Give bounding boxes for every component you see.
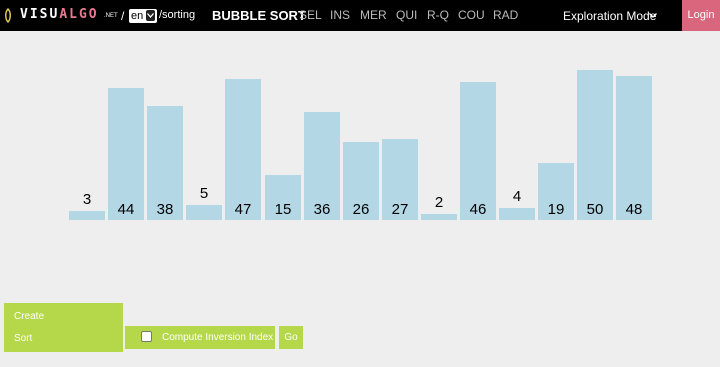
array-value-label: 26 [352,201,370,218]
nav-item-cou[interactable]: COU [458,8,485,22]
array-value-label: 50 [586,201,604,218]
inversion-label: Compute Inversion Index [162,332,274,343]
array-bar [577,70,613,220]
logo-part-visu: VISU [20,7,60,22]
nav-item-bubble-sort[interactable]: BUBBLE SORT [212,8,306,23]
array-visualization: 3 44 38 5 47 15 36 26 27 2 46 4 19 50 48 [0,31,720,231]
nav-item-rad[interactable]: RAD [493,8,518,22]
array-bar [460,82,496,220]
logo-text[interactable]: VISUALGO [20,7,99,22]
array-value-label: 15 [274,201,292,218]
nav-item-mer[interactable]: MER [360,8,387,22]
chevron-down-icon [649,13,657,18]
logo-icon [5,8,11,23]
logo-part-algo: ALGO [59,7,99,22]
array-value-label: 36 [313,201,331,218]
inversion-checkbox[interactable] [141,331,152,342]
array-bar [421,214,457,220]
array-value-label: 38 [156,201,174,218]
chevron-down-icon [146,10,155,21]
array-value-label: 27 [391,201,409,218]
nav-item-ins[interactable]: INS [330,8,350,22]
array-value-label: 47 [234,201,252,218]
array-bar [186,205,222,220]
top-navigation-bar: VISUALGO .NET / en /sorting BUBBLE SORT … [0,0,720,31]
array-bar [225,79,261,220]
array-bar [616,76,652,220]
array-bar [69,211,105,220]
path-separator: / [121,9,125,23]
action-menu: Create Sort [4,303,123,352]
language-value: en [131,10,144,22]
login-button[interactable]: Login [682,0,720,31]
page-path: /sorting [159,9,196,21]
array-value-label: 44 [117,201,135,218]
nav-item-sel[interactable]: SEL [299,8,322,22]
array-value-label: 5 [199,185,209,202]
array-value-label: 2 [434,194,444,211]
exploration-mode-dropdown[interactable]: Exploration Mode [563,9,656,23]
array-value-label: 19 [547,201,565,218]
nav-item-qui[interactable]: QUI [396,8,417,22]
sort-menu-item[interactable]: Sort [14,333,32,344]
array-value-label: 4 [512,188,522,205]
logo-suffix: .NET [104,13,118,19]
array-value-label: 46 [469,201,487,218]
array-value-label: 3 [82,191,92,208]
go-button[interactable]: Go [279,326,303,349]
array-value-label: 48 [625,201,643,218]
create-menu-item[interactable]: Create [14,311,44,322]
array-bar [499,208,535,220]
compute-inversion-option[interactable]: Compute Inversion Index [125,326,275,349]
language-select[interactable]: en [129,9,157,23]
nav-item-r-q[interactable]: R-Q [427,8,449,22]
